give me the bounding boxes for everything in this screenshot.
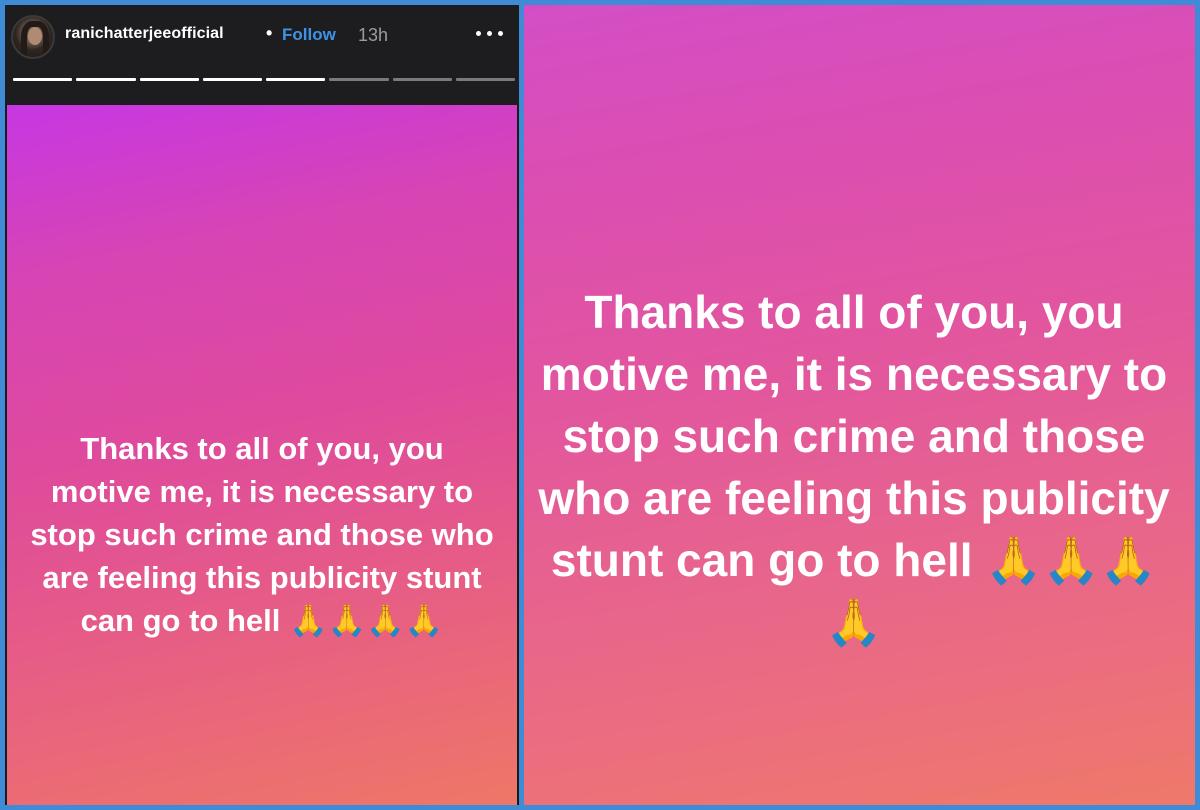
more-options-icon[interactable]	[474, 27, 506, 39]
progress-segment	[266, 78, 326, 81]
praying-hands-emoji: 🙏🙏🙏🙏	[289, 603, 444, 638]
story-text: Thanks to all of you, you motive me, it …	[27, 427, 497, 642]
progress-segment	[76, 78, 136, 81]
avatar-face	[28, 27, 42, 45]
follow-button[interactable]: Follow	[282, 25, 336, 45]
username-link[interactable]: ranichatterjeeofficial	[65, 25, 224, 43]
story-content: Thanks to all of you, you motive me, it …	[7, 105, 517, 805]
story-text-zoomed: Thanks to all of you, you motive me, it …	[524, 281, 1184, 653]
avatar[interactable]	[11, 15, 55, 59]
separator-dot: •	[266, 23, 273, 43]
progress-segment	[329, 78, 389, 81]
progress-segment	[13, 78, 73, 81]
story-zoomed-right: Thanks to all of you, you motive me, it …	[524, 5, 1195, 805]
progress-segment	[139, 78, 199, 81]
progress-segment	[392, 78, 452, 81]
story-screenshot-left: ranichatterjeeofficial • Follow 13h Than…	[5, 5, 519, 805]
progress-segment	[202, 78, 262, 81]
story-progress-bar	[13, 78, 515, 82]
progress-segment	[455, 78, 515, 81]
story-header: ranichatterjeeofficial • Follow 13h	[5, 5, 519, 105]
post-time: 13h	[358, 25, 389, 45]
collage-frame: ranichatterjeeofficial • Follow 13h Than…	[0, 0, 1200, 810]
